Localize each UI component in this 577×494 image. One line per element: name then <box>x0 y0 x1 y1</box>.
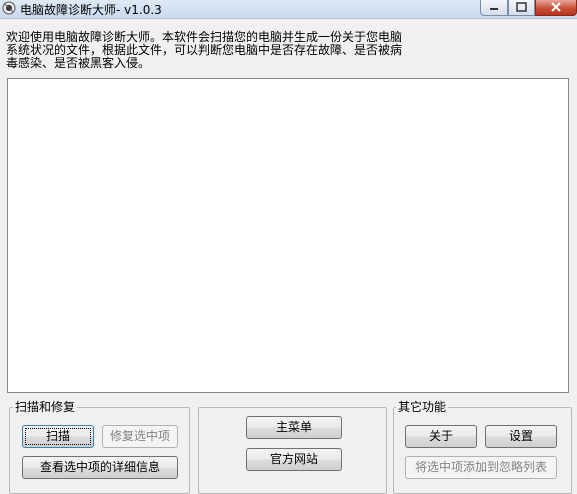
view-details-button[interactable]: 查看选中项的详细信息 <box>22 456 178 479</box>
main-menu-button[interactable]: 主菜单 <box>246 416 342 439</box>
repair-selected-button[interactable]: 修复选中项 <box>102 425 178 448</box>
minimize-icon <box>490 8 498 10</box>
close-button[interactable] <box>535 0 577 16</box>
scan-button[interactable]: 扫描 <box>22 425 94 448</box>
add-to-ignore-list-button[interactable]: 将选中项添加到忽略列表 <box>405 456 557 479</box>
official-website-button[interactable]: 官方网站 <box>246 448 342 471</box>
scan-repair-group: 扫描和修复 <box>9 400 190 494</box>
window-title: 电脑故障诊断大师- v1.0.3 <box>20 3 162 17</box>
results-text-area[interactable] <box>7 78 569 393</box>
maximize-button[interactable] <box>508 0 535 16</box>
other-functions-group-title: 其它功能 <box>396 400 449 414</box>
minimize-button[interactable] <box>480 0 508 16</box>
about-button[interactable]: 关于 <box>405 425 477 448</box>
focus-ring <box>25 428 91 445</box>
description-text: 欢迎使用电脑故障诊断大师。本软件会扫描您的电脑并生成一份关于您电脑 系统状况的文… <box>6 31 446 70</box>
description-line: 毒感染、是否被黑客入侵。 <box>6 56 151 70</box>
title-bar[interactable]: 电脑故障诊断大师- v1.0.3 <box>0 0 577 19</box>
settings-button[interactable]: 设置 <box>485 425 557 448</box>
app-icon <box>2 1 16 15</box>
other-functions-group: 其它功能 <box>393 400 572 494</box>
maximize-icon <box>516 2 527 12</box>
close-icon <box>551 2 561 12</box>
scan-repair-group-title: 扫描和修复 <box>13 400 78 414</box>
